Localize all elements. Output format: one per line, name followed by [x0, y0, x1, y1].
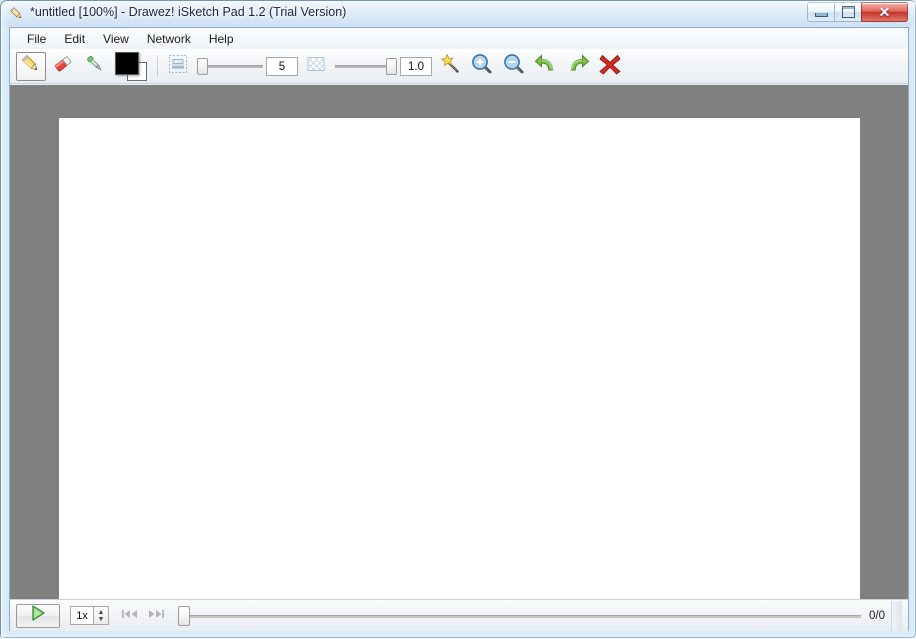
minimize-button[interactable]	[807, 2, 835, 22]
opacity-slider[interactable]	[335, 54, 397, 78]
close-glyph: ✕	[878, 4, 891, 20]
play-button[interactable]	[16, 603, 60, 628]
next-frame-button[interactable]	[144, 605, 168, 627]
checker-transparency-icon	[307, 55, 325, 78]
menu-item-view[interactable]: View	[94, 30, 138, 48]
stepper-down-icon[interactable]: ▼	[98, 616, 105, 623]
eraser-icon	[52, 53, 74, 80]
eyedropper-tool-button[interactable]	[80, 52, 110, 81]
magic-wand-icon	[439, 53, 461, 80]
toolbar-separator	[157, 55, 158, 77]
redo-button[interactable]	[563, 52, 593, 81]
canvas-area[interactable]	[10, 85, 908, 599]
stroke-size-input[interactable]: 5	[266, 56, 298, 76]
stroke-size-slider[interactable]	[197, 54, 263, 78]
pencil-icon	[20, 53, 42, 80]
red-x-icon	[598, 52, 622, 81]
play-icon	[29, 604, 47, 627]
transparency-toggle-button[interactable]	[301, 52, 331, 81]
zoom-out-button[interactable]	[499, 52, 529, 81]
undo-icon	[534, 53, 558, 80]
toolbar: 5 1.0	[10, 49, 908, 84]
line-width-icon-button[interactable]	[163, 52, 193, 81]
application-window: *untitled [100%] - Drawez! iSketch Pad 1…	[0, 0, 916, 638]
close-button[interactable]: ✕	[861, 2, 908, 22]
playback-bar: 1x ▲ ▼ 0/0	[10, 599, 908, 631]
line-width-icon	[168, 54, 188, 79]
playback-speed-value[interactable]: 1x	[70, 606, 94, 625]
redo-icon	[566, 53, 590, 80]
status-bar-edge	[891, 600, 902, 631]
zoom-in-button[interactable]	[467, 52, 497, 81]
client-area: File Edit View Network Help 5 1.0 1x ▲ ▼…	[9, 27, 909, 631]
timeline-handle[interactable]	[178, 605, 190, 626]
stepper-up-icon[interactable]: ▲	[98, 609, 105, 616]
skip-previous-icon	[121, 607, 139, 625]
skip-next-icon	[147, 607, 165, 625]
drawing-canvas[interactable]	[59, 118, 860, 599]
color-swatches[interactable]	[114, 51, 148, 81]
maximize-button[interactable]	[834, 2, 862, 22]
frame-counter: 0/0	[869, 609, 885, 622]
maximize-icon	[835, 3, 861, 21]
slider-handle[interactable]	[386, 58, 397, 75]
timeline-track	[178, 614, 861, 618]
foreground-color-swatch[interactable]	[115, 52, 139, 75]
opacity-input[interactable]: 1.0	[400, 56, 432, 76]
playback-speed-stepper[interactable]: ▲ ▼	[94, 606, 109, 625]
clear-button[interactable]	[595, 52, 625, 81]
zoom-in-icon	[471, 53, 493, 80]
menu-item-network[interactable]: Network	[138, 30, 200, 48]
menu-item-file[interactable]: File	[18, 30, 55, 48]
title-bar[interactable]: *untitled [100%] - Drawez! iSketch Pad 1…	[1, 1, 915, 27]
menu-item-help[interactable]: Help	[200, 30, 243, 48]
window-title: *untitled [100%] - Drawez! iSketch Pad 1…	[30, 5, 347, 19]
eyedropper-icon	[84, 53, 106, 80]
magic-wand-button[interactable]	[435, 52, 465, 81]
menu-item-edit[interactable]: Edit	[55, 30, 94, 48]
minimize-icon	[808, 3, 834, 21]
zoom-out-icon	[503, 53, 525, 80]
menu-bar: File Edit View Network Help	[10, 28, 908, 50]
undo-button[interactable]	[531, 52, 561, 81]
pencil-tool-button[interactable]	[16, 51, 46, 81]
previous-frame-button[interactable]	[118, 605, 142, 627]
eraser-tool-button[interactable]	[48, 52, 78, 81]
slider-handle[interactable]	[197, 58, 208, 75]
close-icon: ✕	[862, 3, 907, 21]
timeline-slider[interactable]	[178, 604, 861, 628]
pencil-icon	[8, 5, 25, 22]
